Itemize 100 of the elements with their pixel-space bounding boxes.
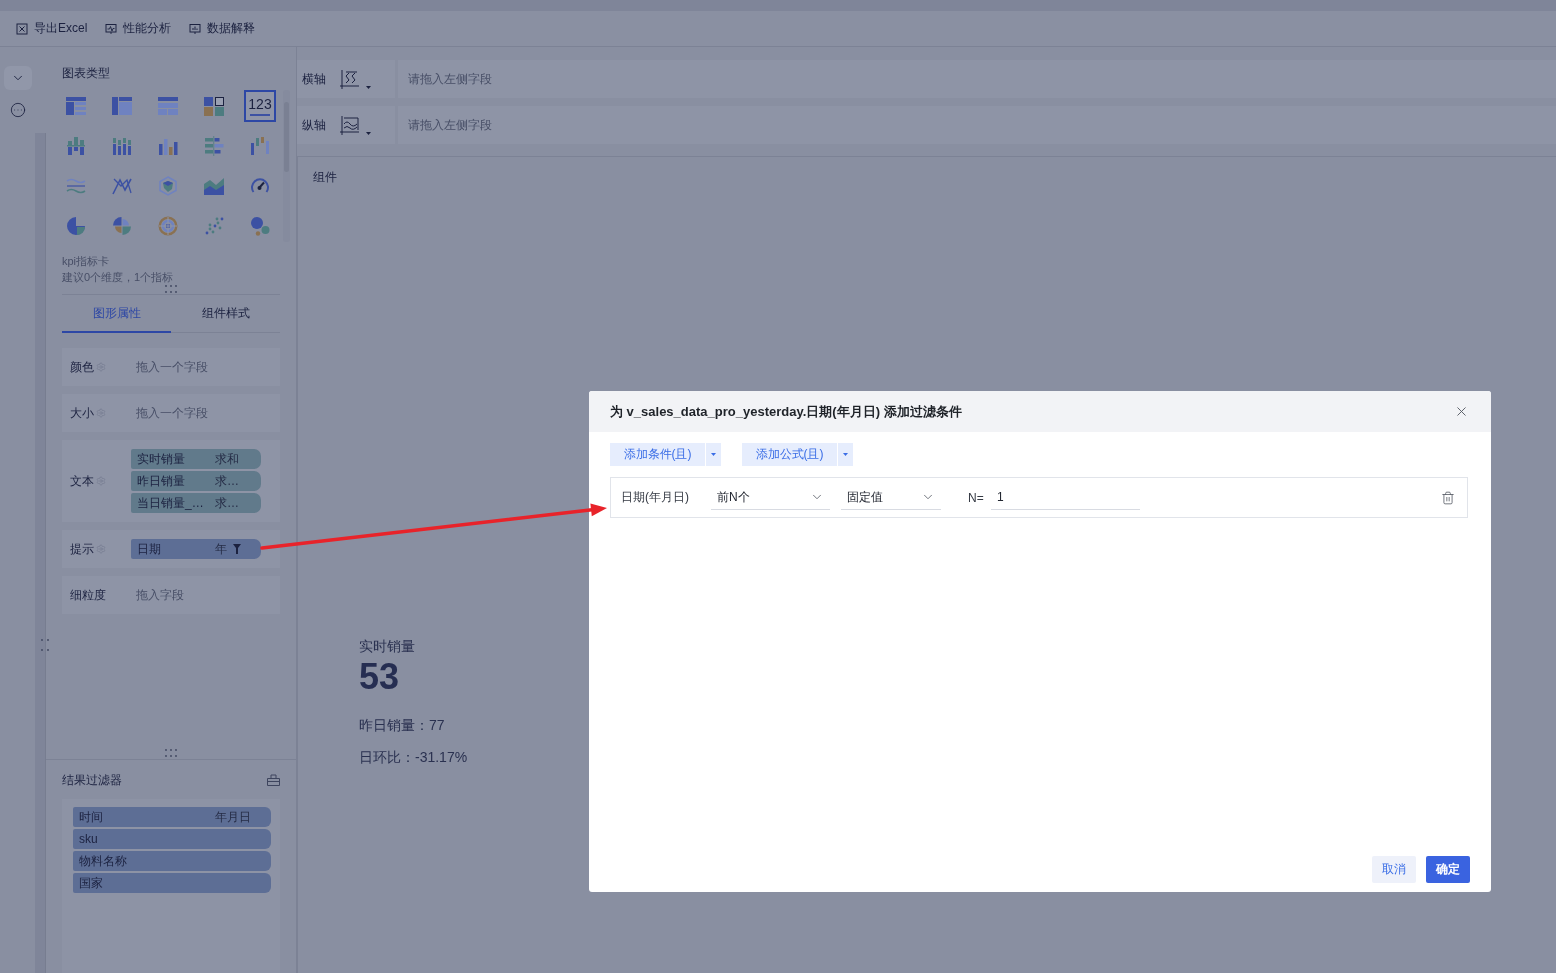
- spreadsheet-icon: [16, 22, 28, 35]
- drop-zone[interactable]: 提示 日期 年: [62, 530, 280, 568]
- filter-field-pill[interactable]: 国家: [73, 873, 271, 893]
- dropdown-button[interactable]: [838, 443, 853, 466]
- toolbar-button[interactable]: 性能分析: [105, 20, 172, 37]
- area-chart-icon: [204, 176, 224, 196]
- table-icon: [112, 96, 132, 116]
- chart-type-button[interactable]: 123: [244, 90, 276, 122]
- field-name: 时间: [79, 808, 103, 826]
- add-button[interactable]: 添加条件(且): [610, 443, 705, 466]
- chart-board-icon: [189, 22, 202, 35]
- tab[interactable]: 组件样式: [171, 295, 280, 333]
- section-title: 结果过滤器: [62, 772, 122, 788]
- n-label: N=: [968, 490, 985, 505]
- caret-icon: [366, 85, 371, 89]
- wave-lines-icon: [66, 176, 86, 196]
- add-button[interactable]: 添加公式(且): [742, 443, 837, 466]
- horizontal-bar-chart-icon: [204, 136, 224, 156]
- scrollbar[interactable]: [35, 133, 46, 973]
- close-icon: [1454, 404, 1469, 419]
- column-chart-icon: [158, 136, 178, 156]
- table-icon: [158, 96, 178, 116]
- field-name: 昨日销量: [137, 472, 186, 490]
- kpi-detail: 日环比：-31.17%: [359, 748, 468, 766]
- monitor-pulse-icon: [105, 22, 118, 35]
- drag-handle-icon[interactable]: [165, 285, 177, 293]
- field-pill[interactable]: 日期 年: [131, 539, 261, 559]
- trash-icon: [1441, 490, 1455, 505]
- aggregate-label: 求和: [215, 450, 239, 468]
- caret-icon: [843, 453, 848, 456]
- field-pill[interactable]: 实时销量 求和: [131, 449, 261, 469]
- drop-hint: 请拖入左侧字段: [408, 70, 492, 88]
- kpi-detail: 昨日销量：77: [359, 716, 445, 734]
- chart-type-name: kpi指标卡: [62, 254, 110, 269]
- caret-icon: [366, 131, 371, 135]
- cancel-button[interactable]: 取消: [1372, 856, 1416, 883]
- column-chart-icon: [112, 136, 132, 156]
- line-chart-icon: [112, 176, 132, 196]
- axis-zigzag-icon: [340, 69, 360, 89]
- axis-wave-icon: [340, 115, 360, 135]
- more-icon: [9, 102, 26, 118]
- drop-zone[interactable]: 文本 实时销量 求和 昨日销量 求… 当日销量_… 求…: [62, 440, 280, 522]
- waterfall-chart-icon: [250, 136, 270, 156]
- dialog-title: 为 v_sales_data_pro_yesterday.日期(年月日) 添加过滤条件: [610, 402, 962, 421]
- aggregate-label: 求…: [215, 472, 239, 490]
- filter-field-pill[interactable]: 时间 年月日: [73, 807, 271, 827]
- dropdown-button[interactable]: [706, 443, 721, 466]
- property-label: 提示: [70, 540, 94, 558]
- stacked-bar-chart-icon: [66, 136, 86, 156]
- drag-handle-icon[interactable]: [165, 749, 177, 757]
- target-icon: [158, 216, 178, 236]
- pie-chart-icon: [66, 216, 86, 236]
- panel-title: 组件: [313, 169, 337, 185]
- kpi-value: 53: [359, 657, 400, 697]
- aggregate-label: 年: [215, 540, 227, 558]
- delete-button[interactable]: [1441, 490, 1455, 505]
- axis-type-button[interactable]: [340, 115, 371, 135]
- field-name: 当日销量_…: [137, 494, 205, 512]
- axis-label: 纵轴: [302, 116, 326, 134]
- pie-chart-icon: [112, 216, 132, 236]
- axis-type-button[interactable]: [340, 69, 371, 89]
- field-pill[interactable]: 当日销量_… 求…: [131, 493, 261, 513]
- chart-type-hint: 建议0个维度，1个指标: [62, 270, 174, 285]
- box-icon[interactable]: [267, 774, 280, 786]
- tab[interactable]: 图形属性: [62, 295, 171, 333]
- drop-hint: 请拖入左侧字段: [408, 116, 492, 134]
- kpi-label: 实时销量: [359, 637, 415, 655]
- bubble-chart-icon: [250, 216, 270, 236]
- axis-drop-zone[interactable]: 请拖入左侧字段: [398, 60, 1556, 98]
- scatter-plot-icon: [204, 216, 224, 236]
- table-icon: [66, 96, 86, 116]
- filter-field-pill[interactable]: 物料名称: [73, 851, 271, 871]
- drag-handle-icon[interactable]: [41, 639, 49, 651]
- section-title: 图表类型: [62, 65, 110, 81]
- operator-select[interactable]: 前N个: [711, 485, 830, 510]
- drop-zone[interactable]: 细粒度 拖入字段: [62, 576, 280, 614]
- axis-label: 横轴: [302, 70, 326, 88]
- property-label: 细粒度: [70, 586, 106, 604]
- property-label: 颜色: [70, 358, 94, 376]
- field-name: 实时销量: [137, 450, 186, 468]
- close-button[interactable]: [1454, 404, 1469, 419]
- toolbar-button[interactable]: 导出Excel: [16, 20, 88, 37]
- hexagon-chart-icon: [158, 176, 178, 196]
- toolbar-button[interactable]: 数据解释: [189, 20, 256, 37]
- field-name: 物料名称: [79, 852, 127, 870]
- drop-hint: 拖入字段: [136, 586, 184, 604]
- aggregate-label: 求…: [215, 494, 239, 512]
- field-label: 日期(年月日): [621, 489, 690, 506]
- more-button[interactable]: [8, 101, 27, 119]
- tiles-icon: [204, 96, 224, 116]
- confirm-button[interactable]: 确定: [1426, 856, 1470, 883]
- field-pill[interactable]: 昨日销量 求…: [131, 471, 261, 491]
- filter-field-pill[interactable]: sku: [73, 829, 271, 849]
- caret-icon: [711, 453, 716, 456]
- field-name: 日期: [137, 540, 162, 558]
- value-type-select[interactable]: 固定值: [841, 485, 941, 510]
- n-input[interactable]: 1: [991, 485, 1140, 510]
- property-label: 大小: [70, 404, 94, 422]
- field-name: sku: [79, 832, 98, 846]
- axis-drop-zone[interactable]: 请拖入左侧字段: [398, 106, 1556, 144]
